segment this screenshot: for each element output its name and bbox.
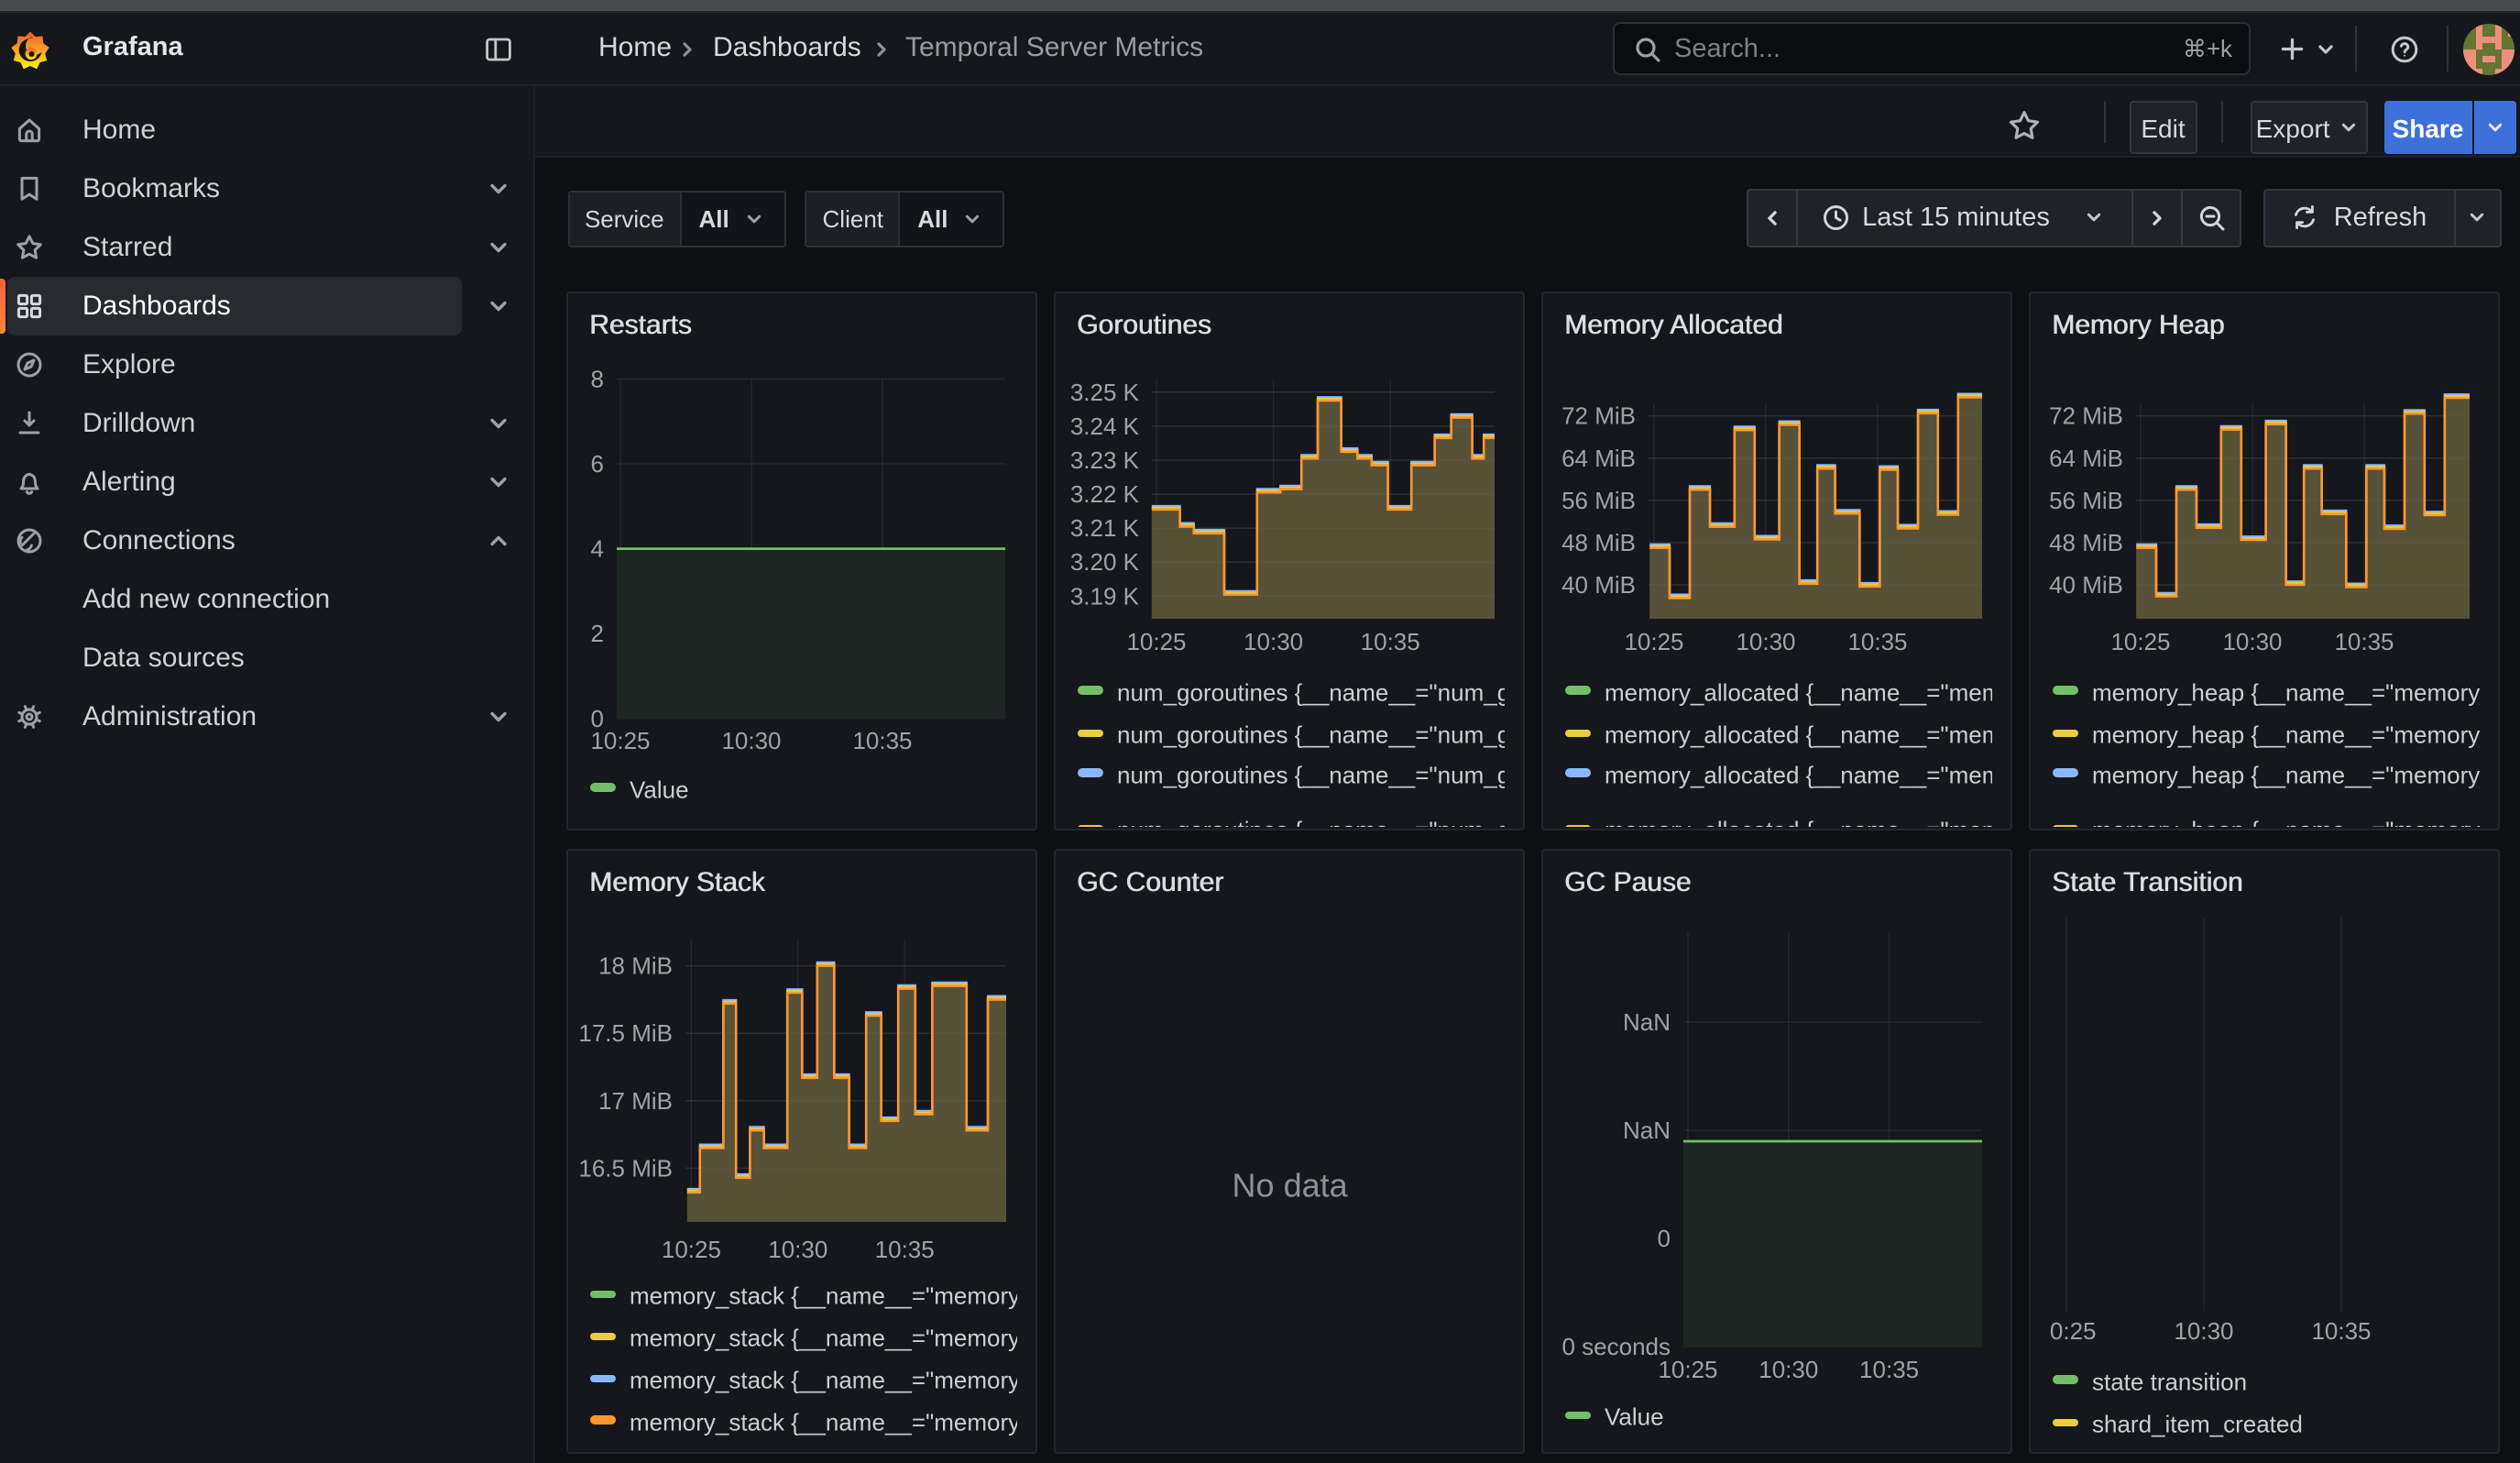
svg-text:No data: No data (1232, 1166, 1348, 1204)
